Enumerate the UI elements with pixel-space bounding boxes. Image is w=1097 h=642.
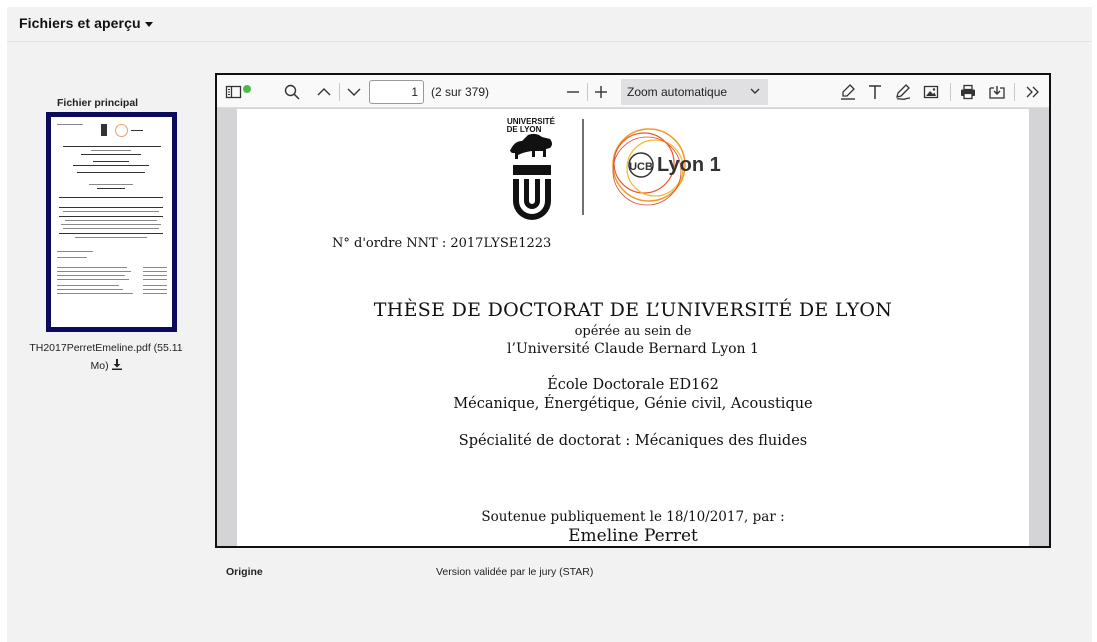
file-name: TH2017PerretEmeline.pdf (55.11 Mo) bbox=[29, 342, 183, 372]
page-count: (2 sur 379) bbox=[431, 85, 490, 99]
origin-label: Origine bbox=[226, 566, 263, 578]
file-download-link[interactable]: TH2017PerretEmeline.pdf (55.11 Mo) bbox=[20, 339, 192, 376]
thumbnail-page bbox=[51, 117, 172, 327]
pdf-toolbar: 1 (2 sur 379) Zoom automatique bbox=[217, 75, 1049, 108]
university-name: l’Université Claude Bernard Lyon 1 bbox=[507, 341, 759, 357]
nnt-number: N° d'ordre NNT : 2017LYSE1223 bbox=[332, 236, 552, 251]
pdf-viewer[interactable]: 1 (2 sur 379) Zoom automatique UNIVERSIT… bbox=[215, 73, 1051, 548]
caret-down-icon bbox=[144, 21, 153, 27]
highlight-icon[interactable] bbox=[838, 82, 858, 102]
panel-title-toggle[interactable]: Fichiers et aperçu bbox=[19, 15, 153, 31]
defense-date: Soutenue publiquement le 18/10/2017, par… bbox=[481, 509, 785, 525]
print-icon[interactable] bbox=[958, 82, 978, 102]
image-icon[interactable] bbox=[921, 82, 941, 102]
operee-text: opérée au sein de bbox=[574, 324, 692, 339]
download-icon[interactable] bbox=[987, 82, 1007, 102]
main-file-label: Fichier principal bbox=[57, 97, 139, 109]
minus-icon[interactable] bbox=[564, 82, 582, 102]
svg-text:DE LYON: DE LYON bbox=[507, 125, 542, 134]
lyon1-mark: UCB bbox=[629, 161, 653, 173]
specialty: Spécialité de doctorat : Mécaniques des … bbox=[458, 433, 808, 449]
draw-icon[interactable] bbox=[893, 82, 913, 102]
download-icon[interactable] bbox=[111, 358, 122, 376]
chevron-down-icon bbox=[749, 85, 761, 100]
plus-icon[interactable] bbox=[592, 82, 610, 102]
university-logos: UNIVERSITÉ DE LYON UCB Lyon 1 bbox=[507, 117, 721, 220]
panel-header: Fichiers et aperçu bbox=[7, 7, 1092, 42]
status-dot bbox=[243, 85, 251, 93]
author-name: Emeline Perret bbox=[568, 526, 698, 546]
pdf-page: UNIVERSITÉ DE LYON UCB Lyon 1 N° d'ordre… bbox=[237, 109, 1029, 546]
page-number-input[interactable]: 1 bbox=[369, 80, 424, 104]
chevron-down-icon[interactable] bbox=[343, 82, 365, 102]
search-icon[interactable] bbox=[281, 82, 303, 102]
zoom-select[interactable]: Zoom automatique bbox=[621, 79, 768, 105]
thesis-title: THÈSE DE DOCTORAT DE L’UNIVERSITÉ DE LYO… bbox=[373, 299, 893, 321]
sidebar-toggle-icon[interactable] bbox=[223, 82, 251, 102]
zoom-value: Zoom automatique bbox=[627, 85, 728, 99]
lyon1-text: Lyon 1 bbox=[657, 154, 721, 176]
discipline: Mécanique, Énergétique, Génie civil, Aco… bbox=[453, 396, 813, 412]
chevron-up-icon[interactable] bbox=[313, 82, 335, 102]
more-tools-icon[interactable] bbox=[1023, 82, 1043, 102]
text-icon[interactable] bbox=[865, 82, 885, 102]
doctoral-school: École Doctorale ED162 bbox=[547, 377, 719, 393]
panel-title: Fichiers et aperçu bbox=[19, 15, 141, 31]
origin-value: Version validée par le jury (STAR) bbox=[436, 566, 594, 578]
file-thumbnail[interactable] bbox=[46, 112, 177, 332]
